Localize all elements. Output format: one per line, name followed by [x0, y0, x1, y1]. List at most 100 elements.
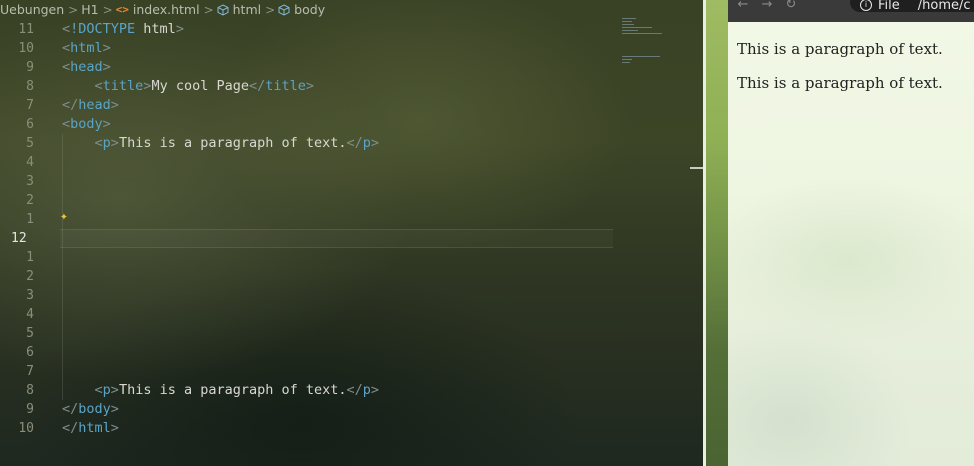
forward-arrow-icon[interactable]: →	[758, 0, 776, 11]
line-number: 12	[11, 231, 27, 246]
reload-icon[interactable]: ↻	[782, 0, 800, 11]
breadcrumb-label: body	[294, 2, 326, 17]
code-line[interactable]	[62, 343, 613, 362]
scrollbar-thumb[interactable]	[690, 167, 703, 169]
tag-name: p	[102, 382, 111, 398]
line-number: 10	[18, 41, 34, 56]
code-line[interactable]: <p>This is a paragraph of text.</p>	[62, 381, 613, 400]
code-line[interactable]: </body>	[62, 400, 613, 419]
bracket: </	[248, 78, 266, 94]
code-line[interactable]: <!DOCTYPE html>	[62, 20, 613, 39]
code-line[interactable]: </head>	[62, 96, 613, 115]
line-number: 10	[18, 421, 34, 436]
bracket: <	[62, 40, 71, 56]
bracket: <	[62, 116, 71, 132]
bracket: >	[102, 59, 111, 75]
tag-name: p	[362, 135, 371, 151]
code-brackets-icon: <>	[115, 3, 129, 16]
cube-icon	[217, 3, 229, 16]
breadcrumb-item-body-element[interactable]: body	[278, 2, 325, 17]
text-content: This is a paragraph of text.	[118, 382, 347, 398]
sparkle-icon[interactable]: ✦	[60, 210, 68, 223]
bracket: <	[94, 382, 103, 398]
line-number: 6	[26, 117, 34, 132]
breadcrumb: Uebungen > H1 > <> index.html > html > b…	[0, 0, 325, 19]
breadcrumb-item-file[interactable]: <> index.html	[116, 2, 200, 17]
bracket: >	[305, 78, 315, 94]
line-number: 8	[26, 383, 34, 398]
breadcrumb-label: index.html	[132, 2, 200, 17]
url-bar[interactable]: i File /home/c	[850, 0, 974, 13]
code-line[interactable]	[62, 172, 613, 191]
code-editor[interactable]: Uebungen > H1 > <> index.html > html > b…	[0, 0, 703, 466]
doctype-keyword: !DOCTYPE	[70, 21, 136, 37]
tag-name: head	[78, 97, 111, 113]
code-line[interactable]	[62, 286, 613, 305]
line-number: 9	[26, 60, 34, 75]
browser-toolbar: ← → ↻ i File /home/c	[728, 0, 974, 22]
text-content: My cool Page	[151, 78, 249, 94]
minimap[interactable]	[622, 18, 664, 78]
code-line[interactable]: </html>	[62, 419, 613, 438]
line-number: 5	[26, 326, 34, 341]
line-number: 11	[18, 22, 34, 37]
desktop-wallpaper-strip	[706, 0, 728, 466]
url-scheme-chip[interactable]: i File	[860, 0, 900, 13]
breadcrumb-item-subfolder[interactable]: H1	[81, 2, 98, 17]
bracket: >	[110, 401, 119, 417]
bracket: <	[94, 135, 103, 151]
bracket: <	[62, 59, 71, 75]
text-content: This is a paragraph of text.	[118, 135, 347, 151]
back-arrow-icon[interactable]: ←	[734, 0, 752, 11]
code-line[interactable]	[62, 362, 613, 381]
line-number: 8	[26, 79, 34, 94]
code-line[interactable]: <p>This is a paragraph of text.</p>	[62, 134, 613, 153]
code-line[interactable]: <head>	[62, 58, 613, 77]
bracket: >	[370, 135, 380, 151]
code-line[interactable]	[62, 248, 613, 267]
tag-name: html	[78, 420, 111, 436]
bracket: <	[62, 21, 71, 37]
line-number: 2	[26, 269, 34, 284]
bracket: <	[94, 78, 103, 94]
current-code-line[interactable]	[60, 229, 613, 248]
url-path: /home/c	[917, 0, 971, 13]
line-number-gutter[interactable]: 11 10 9 8 7 6 5 4 3 2 1 12 1 2 3 4 5 6 7 8 9 10	[0, 20, 40, 438]
tag-name: p	[102, 135, 111, 151]
code-area[interactable]: <!DOCTYPE html> <html> <head> <title>My co…	[60, 20, 613, 438]
bracket: </	[62, 420, 79, 436]
code-line[interactable]: <title>My cool Page</title>	[62, 77, 613, 96]
bracket: >	[175, 21, 184, 37]
tag-name: title	[265, 78, 306, 94]
chevron-right-icon: >	[102, 2, 113, 17]
line-number: 5	[26, 136, 34, 151]
line-number: 9	[26, 402, 34, 417]
tag-attribute: html	[135, 21, 176, 37]
bracket: >	[102, 116, 111, 132]
breadcrumb-item-html-element[interactable]: html	[217, 2, 261, 17]
browser-window: ← → ↻ i File /home/c This is a paragraph…	[728, 0, 974, 466]
code-line[interactable]	[62, 267, 613, 286]
info-icon: i	[860, 0, 872, 11]
paragraph: This is a paragraph of text.	[737, 74, 943, 92]
code-line[interactable]	[62, 191, 613, 210]
code-line[interactable]: <html>	[62, 39, 613, 58]
breadcrumb-label: H1	[81, 2, 99, 17]
url-scheme-label: File	[878, 0, 900, 13]
tag-name: body	[70, 116, 103, 132]
bracket: >	[102, 40, 111, 56]
bracket: </	[62, 401, 79, 417]
code-line[interactable]: <body>	[62, 115, 613, 134]
code-line[interactable]	[62, 210, 613, 229]
code-line[interactable]	[62, 305, 613, 324]
line-number: 3	[26, 288, 34, 303]
chevron-right-icon: >	[203, 2, 214, 17]
breadcrumb-item-folder[interactable]: Uebungen	[0, 2, 64, 17]
bracket: >	[110, 97, 119, 113]
bracket: >	[110, 420, 119, 436]
code-line[interactable]	[62, 153, 613, 172]
bracket: >	[370, 382, 380, 398]
tag-name: title	[102, 78, 144, 94]
code-line[interactable]	[62, 324, 613, 343]
line-number: 4	[26, 155, 34, 170]
